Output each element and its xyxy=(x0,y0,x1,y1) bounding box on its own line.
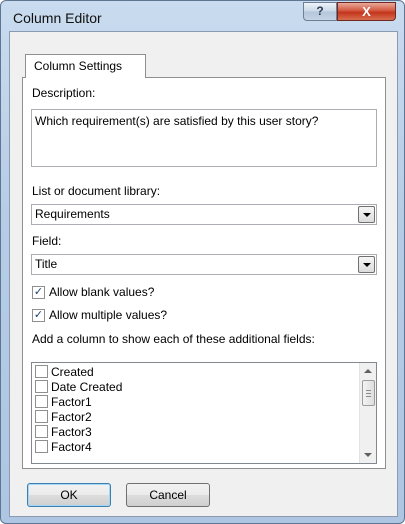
field-checkbox[interactable] xyxy=(35,365,48,378)
list-item-label: Date Created xyxy=(51,379,123,394)
list-item[interactable]: Factor3 xyxy=(35,424,122,439)
field-checkbox[interactable] xyxy=(35,440,48,453)
scrollbar-thumb[interactable] xyxy=(362,380,375,406)
allow-multiple-checkbox[interactable]: ✓ xyxy=(32,308,45,322)
column-settings-panel: Description: Which requirement(s) are sa… xyxy=(22,77,386,469)
list-item[interactable]: Created xyxy=(35,364,122,379)
list-item-label: Factor4 xyxy=(51,439,92,454)
scroll-up-icon[interactable] xyxy=(364,369,372,373)
allow-blank-checkbox[interactable]: ✓ xyxy=(32,285,45,299)
tab-column-settings[interactable]: Column Settings xyxy=(25,54,146,78)
scroll-down-icon[interactable] xyxy=(364,453,372,457)
list-item[interactable]: Factor4 xyxy=(35,439,122,454)
field-dropdown-button[interactable] xyxy=(358,256,375,273)
help-button[interactable]: ? xyxy=(303,2,337,21)
list-item-label: Created xyxy=(51,364,94,379)
list-item[interactable]: Date Created xyxy=(35,379,122,394)
list-item-label: Factor2 xyxy=(51,409,92,424)
allow-multiple-option[interactable]: ✓ Allow multiple values? xyxy=(32,308,167,322)
list-scrollbar[interactable] xyxy=(359,363,376,463)
chevron-down-icon xyxy=(362,262,371,267)
allow-blank-label: Allow blank values? xyxy=(49,285,155,299)
allow-multiple-label: Allow multiple values? xyxy=(49,308,168,322)
list-library-dropdown-button[interactable] xyxy=(358,206,375,223)
field-checkbox[interactable] xyxy=(35,395,48,408)
list-library-select[interactable]: Requirements xyxy=(31,204,377,225)
grip-line xyxy=(366,393,371,394)
close-button[interactable]: X xyxy=(337,2,396,21)
list-library-value: Requirements xyxy=(35,207,110,221)
list-item-label: Factor1 xyxy=(51,394,92,409)
window-title: Column Editor xyxy=(13,10,102,26)
allow-blank-option[interactable]: ✓ Allow blank values? xyxy=(32,285,154,299)
list-item[interactable]: Factor1 xyxy=(35,394,122,409)
grip-line xyxy=(366,390,371,391)
description-label: Description: xyxy=(32,86,96,100)
ok-button[interactable]: OK xyxy=(27,483,111,507)
field-select[interactable]: Title xyxy=(31,254,377,275)
cancel-button[interactable]: Cancel xyxy=(126,483,210,507)
additional-fields-label: Add a column to show each of these addit… xyxy=(32,332,315,346)
field-value: Title xyxy=(35,257,58,271)
description-field[interactable]: Which requirement(s) are satisfied by th… xyxy=(31,109,377,167)
field-label: Field: xyxy=(32,234,62,248)
grip-line xyxy=(366,396,371,397)
field-checkbox[interactable] xyxy=(35,425,48,438)
list-item-label: Factor3 xyxy=(51,424,92,439)
chevron-down-icon xyxy=(362,212,371,217)
field-checkbox[interactable] xyxy=(35,410,48,423)
field-checkbox[interactable] xyxy=(35,380,48,393)
dialog-client-area: Column Settings Description: Which requi… xyxy=(9,31,398,517)
list-item[interactable]: Factor2 xyxy=(35,409,122,424)
additional-fields-list[interactable]: Created Date Created Factor1 Factor2 Fac… xyxy=(31,362,377,464)
dialog-window: Column Editor ? X Column Settings Descri… xyxy=(0,0,405,524)
list-library-label: List or document library: xyxy=(32,184,161,198)
